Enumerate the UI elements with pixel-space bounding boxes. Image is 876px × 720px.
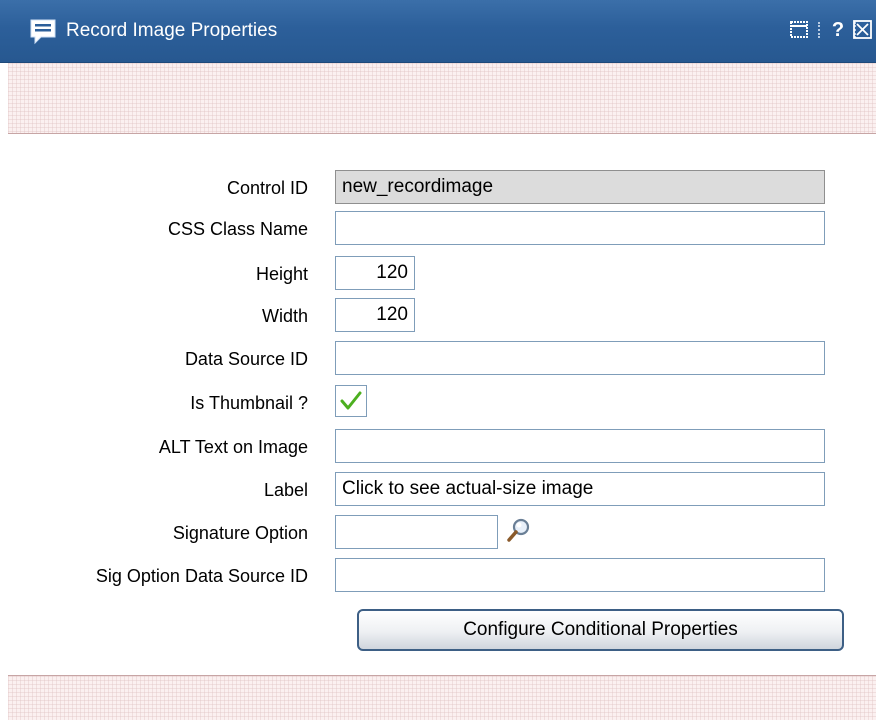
sig-option-data-source-row: Sig Option Data Source ID — [0, 558, 876, 594]
window-title: Record Image Properties — [66, 20, 278, 41]
signature-option-label: Signature Option — [172, 523, 308, 543]
control-id-label: Control ID — [226, 178, 308, 198]
is-thumbnail-checkbox[interactable] — [335, 385, 367, 417]
alt-text-field[interactable] — [335, 429, 825, 463]
checkmark-icon — [340, 391, 362, 410]
separator — [818, 22, 822, 38]
configure-conditional-properties-button[interactable]: Configure Conditional Properties — [357, 609, 844, 651]
alt-text-row: ALT Text on Image — [0, 429, 876, 465]
data-source-id-field[interactable] — [335, 341, 825, 375]
restore-icon[interactable] — [788, 19, 810, 41]
signature-option-field[interactable] — [335, 515, 498, 549]
data-source-id-label: Data Source ID — [184, 349, 308, 369]
label-row: Label — [0, 472, 876, 508]
label-field[interactable] — [335, 472, 825, 506]
data-source-id-row: Data Source ID — [0, 341, 876, 377]
signature-option-row: Signature Option — [0, 515, 876, 551]
control-id-row: Control ID — [0, 170, 876, 206]
sig-option-data-source-label: Sig Option Data Source ID — [95, 566, 308, 586]
bottom-band — [8, 675, 876, 720]
height-field[interactable] — [335, 256, 415, 290]
css-class-field[interactable] — [335, 211, 825, 245]
title-bar: Record Image Properties ? — [0, 0, 876, 63]
close-icon[interactable] — [852, 19, 874, 41]
css-class-label: CSS Class Name — [167, 219, 308, 239]
label-label: Label — [263, 480, 308, 500]
height-row: Height — [0, 256, 876, 292]
control-id-field[interactable] — [335, 170, 825, 204]
sig-option-data-source-field[interactable] — [335, 558, 825, 592]
height-label: Height — [255, 264, 308, 284]
is-thumbnail-row: Is Thumbnail ? — [0, 385, 876, 421]
alt-text-label: ALT Text on Image — [158, 437, 308, 457]
css-class-row: CSS Class Name — [0, 211, 876, 247]
top-band — [8, 63, 876, 134]
width-label: Width — [261, 306, 308, 326]
help-icon[interactable]: ? — [827, 19, 849, 41]
is-thumbnail-label: Is Thumbnail ? — [190, 393, 308, 413]
width-field[interactable] — [335, 298, 415, 332]
search-icon[interactable] — [506, 517, 532, 543]
width-row: Width — [0, 298, 876, 334]
note-icon — [30, 19, 56, 45]
